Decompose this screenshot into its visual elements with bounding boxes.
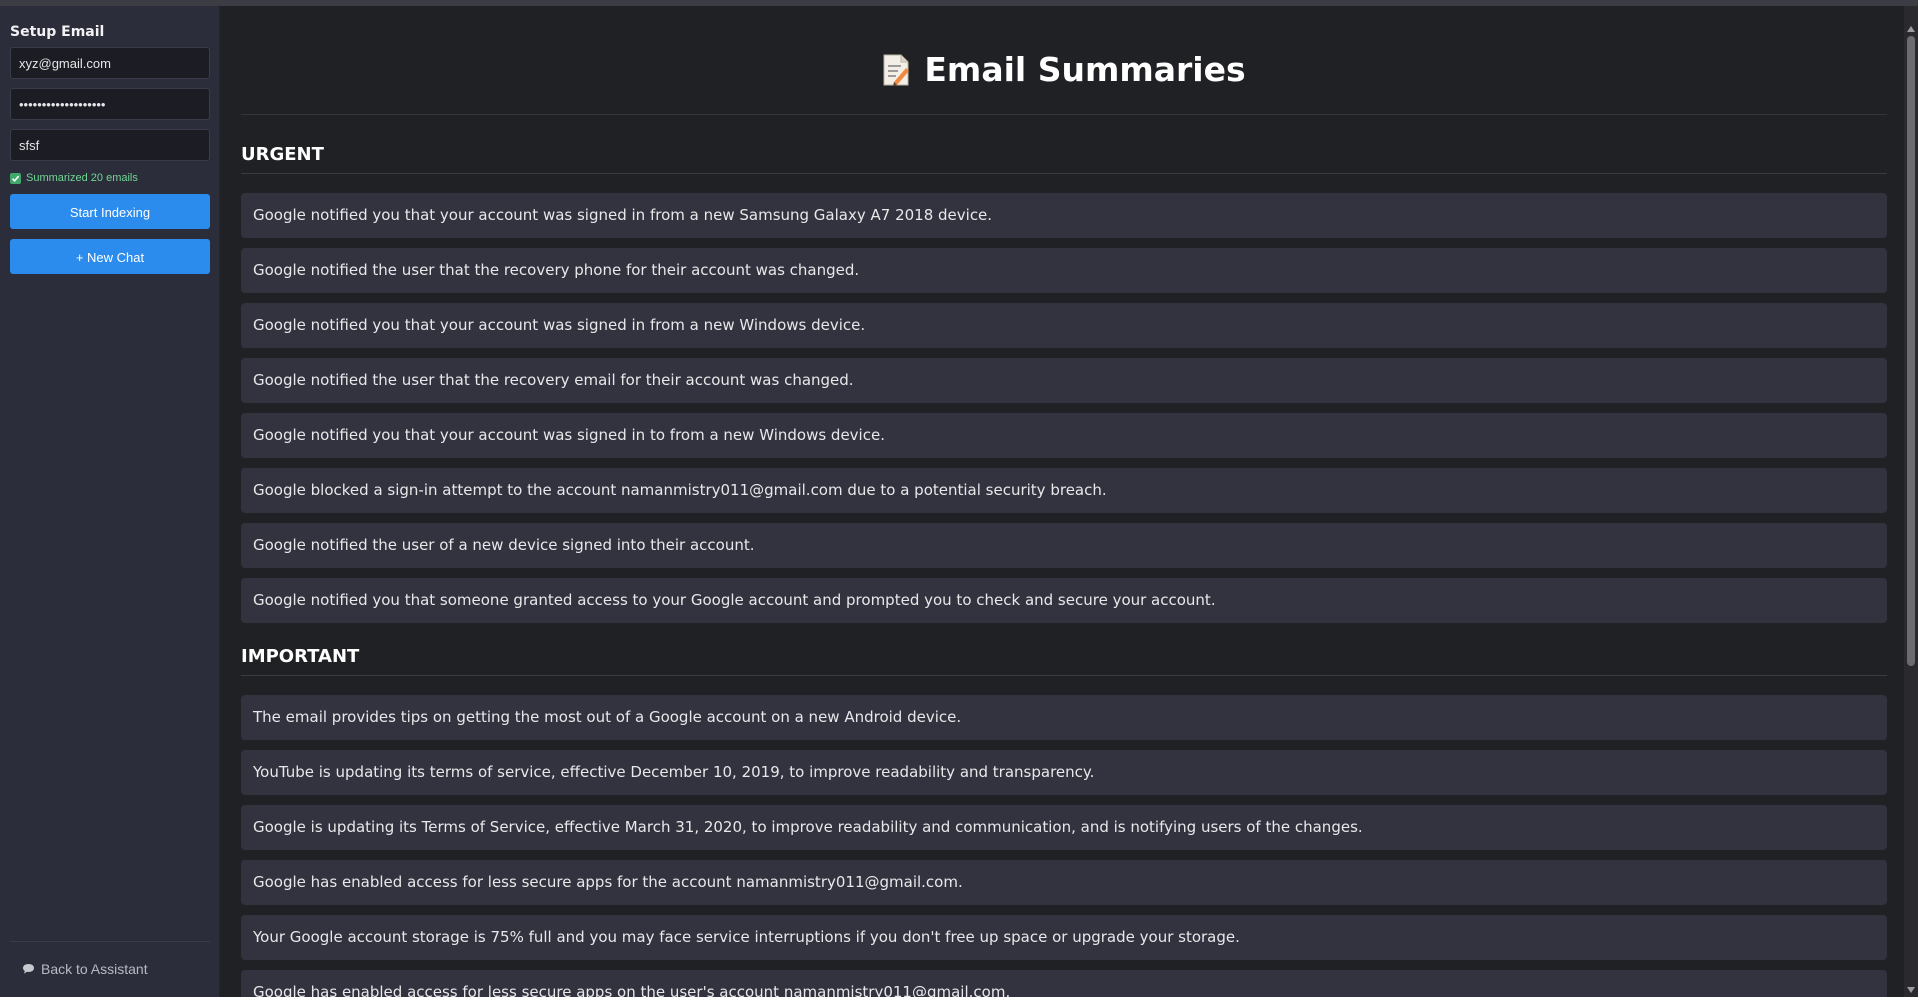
start-indexing-button[interactable]: Start Indexing [10, 194, 210, 229]
sidebar-title: Setup Email [10, 24, 105, 40]
text-field[interactable] [10, 129, 210, 161]
summary-item: YouTube is updating its terms of service… [241, 750, 1887, 795]
section-heading-important: IMPORTANT [241, 645, 1887, 676]
back-to-assistant-label: Back to Assistant [41, 961, 148, 977]
page-header: Email Summaries [241, 6, 1887, 115]
back-to-assistant-link[interactable]: Back to Assistant [22, 961, 148, 977]
important-list: The email provides tips on getting the m… [241, 695, 1887, 997]
scroll-up-arrow-icon[interactable] [1907, 26, 1915, 32]
scroll-down-arrow-icon[interactable] [1907, 987, 1915, 993]
summary-item: Google notified the user that the recove… [241, 358, 1887, 403]
speech-bubble-icon [22, 963, 35, 975]
sidebar-divider [10, 941, 210, 942]
summary-item: Google notified the user that the recove… [241, 248, 1887, 293]
new-chat-button[interactable]: + New Chat [10, 239, 210, 274]
summary-item: Google is updating its Terms of Service,… [241, 805, 1887, 850]
scroll-thumb[interactable] [1907, 36, 1915, 666]
check-icon [10, 172, 21, 184]
summary-item: Google has enabled access for less secur… [241, 860, 1887, 905]
page-title: Email Summaries [882, 50, 1246, 89]
summary-item: Google notified you that your account wa… [241, 303, 1887, 348]
summary-item: Google has enabled access for less secur… [241, 970, 1887, 997]
password-field[interactable] [10, 88, 210, 120]
urgent-list: Google notified you that your account wa… [241, 193, 1887, 623]
status-message: Summarized 20 emails [10, 170, 209, 186]
summary-item: The email provides tips on getting the m… [241, 695, 1887, 740]
summary-item: Google notified you that your account wa… [241, 193, 1887, 238]
summary-item: Google notified the user of a new device… [241, 523, 1887, 568]
email-field[interactable] [10, 47, 210, 79]
page-scrollbar[interactable] [1904, 6, 1918, 997]
summary-item: Google notified you that someone granted… [241, 578, 1887, 623]
status-text: Summarized 20 emails [26, 172, 138, 184]
sidebar: Setup Email Summarized 20 emails Start I… [0, 6, 220, 997]
summary-item: Your Google account storage is 75% full … [241, 915, 1887, 960]
page-title-text: Email Summaries [924, 50, 1246, 89]
main-content: Email Summaries URGENT Google notified y… [241, 6, 1887, 997]
memo-icon [882, 54, 910, 86]
summary-item: Google notified you that your account wa… [241, 413, 1887, 458]
summary-item: Google blocked a sign-in attempt to the … [241, 468, 1887, 513]
section-heading-urgent: URGENT [241, 143, 1887, 174]
